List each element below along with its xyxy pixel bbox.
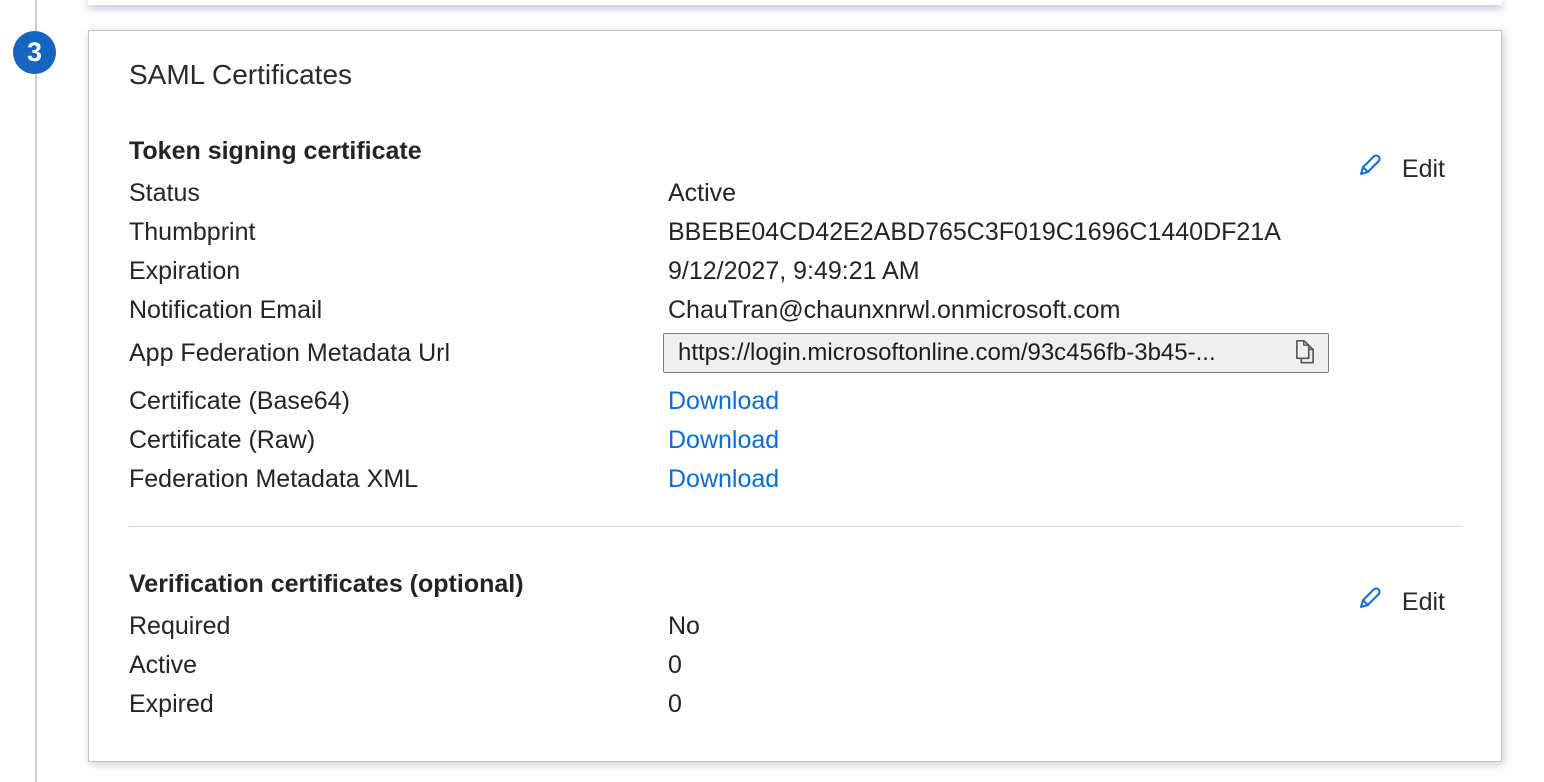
active-count-row: Active 0 bbox=[129, 646, 1461, 685]
saml-certificates-card: SAML Certificates Token signing certific… bbox=[88, 30, 1502, 762]
step-number-badge: 3 bbox=[13, 31, 56, 74]
card-title: SAML Certificates bbox=[129, 57, 1461, 93]
notification-email-row: Notification Email ChauTran@chaunxnrwl.o… bbox=[129, 291, 1461, 330]
step-number: 3 bbox=[27, 37, 42, 68]
edit-pencil-icon bbox=[1351, 581, 1387, 624]
active-count-value: 0 bbox=[668, 651, 682, 680]
certificate-raw-label: Certificate (Raw) bbox=[129, 426, 668, 455]
token-signing-certificate-heading: Token signing certificate bbox=[129, 136, 1461, 166]
required-value: No bbox=[668, 612, 700, 641]
required-row: Required No bbox=[129, 607, 1461, 646]
status-label: Status bbox=[129, 179, 668, 208]
expired-count-label: Expired bbox=[129, 690, 668, 719]
thumbprint-label: Thumbprint bbox=[129, 218, 668, 247]
edit-button-label: Edit bbox=[1402, 155, 1445, 184]
expired-count-value: 0 bbox=[668, 690, 682, 719]
edit-token-certificate-button[interactable]: Edit bbox=[1351, 148, 1445, 191]
certificate-base64-label: Certificate (Base64) bbox=[129, 387, 668, 416]
copy-url-button[interactable] bbox=[1290, 337, 1320, 369]
app-federation-metadata-url-label: App Federation Metadata Url bbox=[129, 339, 668, 368]
expiration-value: 9/12/2027, 9:49:21 AM bbox=[668, 257, 920, 286]
app-federation-metadata-url-row: App Federation Metadata Url https://logi… bbox=[129, 330, 1461, 376]
download-certificate-base64-link[interactable]: Download bbox=[668, 387, 779, 416]
certificate-raw-row: Certificate (Raw) Download bbox=[129, 421, 1461, 460]
expired-count-row: Expired 0 bbox=[129, 685, 1461, 724]
download-certificate-raw-link[interactable]: Download bbox=[668, 426, 779, 455]
previous-card-edge bbox=[88, 0, 1502, 5]
thumbprint-value: BBEBE04CD42E2ABD765C3F019C1696C1440DF21A bbox=[668, 218, 1281, 247]
expiration-label: Expiration bbox=[129, 257, 668, 286]
thumbprint-row: Thumbprint BBEBE04CD42E2ABD765C3F019C169… bbox=[129, 213, 1461, 252]
metadata-url-readonly-field[interactable]: https://login.microsoftonline.com/93c456… bbox=[663, 333, 1329, 373]
status-value: Active bbox=[668, 179, 736, 208]
edit-button-label: Edit bbox=[1402, 588, 1445, 617]
active-count-label: Active bbox=[129, 651, 668, 680]
edit-pencil-icon bbox=[1351, 148, 1387, 191]
section-divider bbox=[129, 526, 1461, 527]
download-rows: Certificate (Base64) Download Certificat… bbox=[129, 382, 1461, 499]
download-federation-metadata-xml-link[interactable]: Download bbox=[668, 465, 779, 494]
metadata-url-value: https://login.microsoftonline.com/93c456… bbox=[678, 339, 1284, 367]
expiration-row: Expiration 9/12/2027, 9:49:21 AM bbox=[129, 252, 1461, 291]
federation-metadata-xml-row: Federation Metadata XML Download bbox=[129, 460, 1461, 499]
status-row: Status Active bbox=[129, 174, 1461, 213]
required-label: Required bbox=[129, 612, 668, 641]
federation-metadata-xml-label: Federation Metadata XML bbox=[129, 465, 668, 494]
notification-email-value: ChauTran@chaunxnrwl.onmicrosoft.com bbox=[668, 296, 1120, 325]
verification-certificates-heading: Verification certificates (optional) bbox=[129, 569, 1461, 599]
certificate-base64-row: Certificate (Base64) Download bbox=[129, 382, 1461, 421]
copy-icon bbox=[1290, 336, 1320, 371]
edit-verification-certificates-button[interactable]: Edit bbox=[1351, 581, 1445, 624]
step-connector-line bbox=[35, 0, 37, 782]
notification-email-label: Notification Email bbox=[129, 296, 668, 325]
verification-rows: Required No Active 0 Expired 0 bbox=[129, 607, 1461, 724]
token-certificate-rows: Status Active Thumbprint BBEBE04CD42E2AB… bbox=[129, 174, 1461, 376]
